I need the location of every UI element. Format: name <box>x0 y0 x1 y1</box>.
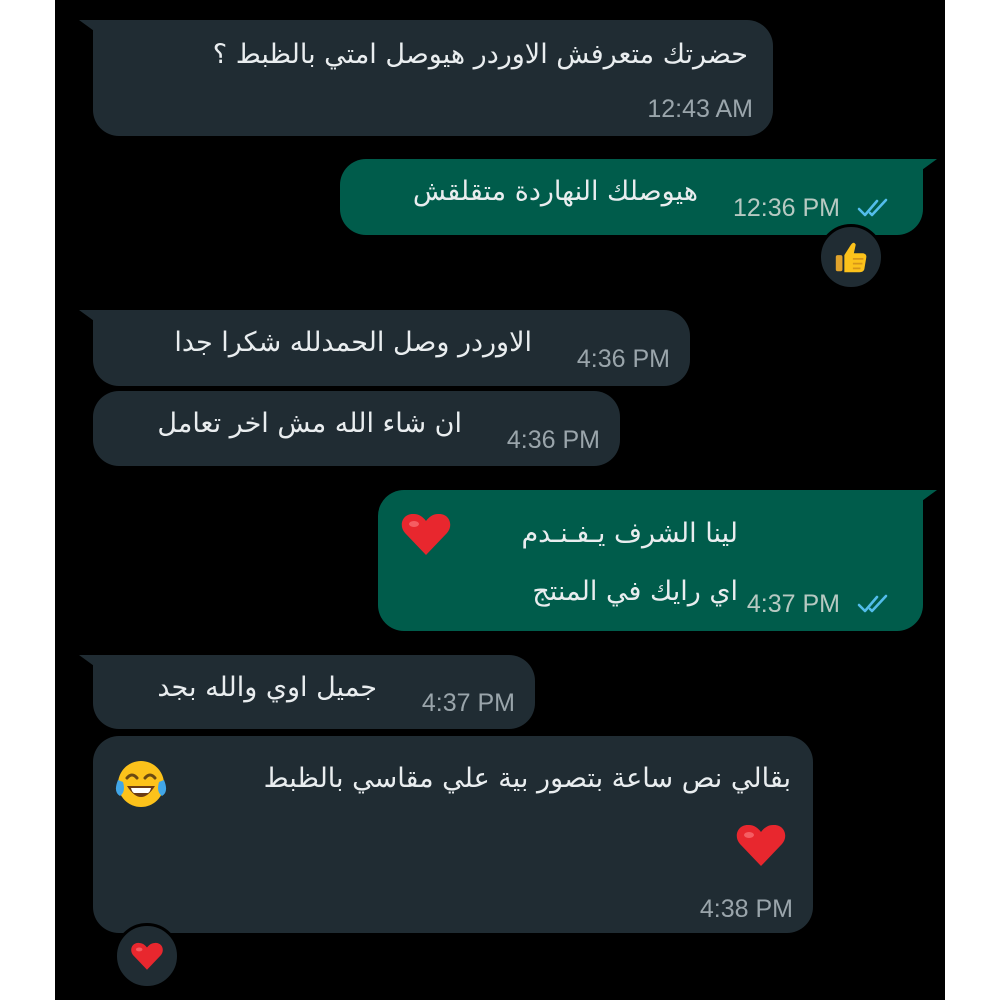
message-time: 4:36 PM <box>506 426 600 454</box>
message-text: الاوردر وصل الحمدلله شكرا جدا <box>174 327 532 358</box>
message-time: 12:43 AM <box>647 95 753 123</box>
reaction-badge[interactable] <box>114 923 180 989</box>
message-text: حضرتك متعرفش الاوردر هيوصل امتي بالظبط ؟ <box>212 39 748 70</box>
red-heart-icon <box>401 513 451 555</box>
message-text: جميل اوي والله بجد <box>157 672 377 703</box>
bubble-tail <box>79 310 101 326</box>
red-heart-icon <box>131 942 163 970</box>
red-heart-icon <box>736 824 786 866</box>
double-check-icon <box>857 594 888 613</box>
tears-of-joy-icon <box>115 761 167 807</box>
bubble-tail <box>79 20 101 36</box>
message-bubble-outgoing[interactable]: هيوصلك النهاردة متقلقش 12:36 PM <box>340 159 937 235</box>
message-line-2: اي رايك في المنتج <box>532 576 738 607</box>
message-time: 4:36 PM <box>576 345 670 373</box>
message-time: 4:37 PM <box>421 689 515 717</box>
message-time: 4:37 PM <box>746 590 840 618</box>
message-bubble-incoming[interactable]: ان شاء الله مش اخر تعامل 4:36 PM <box>93 391 620 466</box>
message-time: 12:36 PM <box>732 194 840 222</box>
chat-area: حضرتك متعرفش الاوردر هيوصل امتي بالظبط ؟… <box>55 0 945 1000</box>
bubble-tail <box>915 159 937 175</box>
message-bubble-incoming[interactable]: حضرتك متعرفش الاوردر هيوصل امتي بالظبط ؟… <box>79 20 773 136</box>
message-bubble-outgoing[interactable]: لينا الشرف يـفـنـدم اي رايك في المنتج 4:… <box>378 490 937 631</box>
message-time: 4:38 PM <box>699 895 793 923</box>
message-text: بقالي نص ساعة بتصور بية علي مقاسي بالظبط <box>263 763 791 794</box>
message-bubble-incoming[interactable]: بقالي نص ساعة بتصور بية علي مقاسي بالظبط… <box>93 736 813 933</box>
message-text: هيوصلك النهاردة متقلقش <box>412 176 698 207</box>
message-bubble-incoming[interactable]: الاوردر وصل الحمدلله شكرا جدا 4:36 PM <box>79 310 690 386</box>
thumbs-up-icon <box>835 242 867 273</box>
double-check-icon <box>857 198 888 217</box>
bubble-tail <box>79 655 101 671</box>
message-bubble-incoming[interactable]: جميل اوي والله بجد 4:37 PM <box>79 655 535 729</box>
bubble-tail <box>915 490 937 506</box>
message-text: ان شاء الله مش اخر تعامل <box>157 408 462 439</box>
message-line-1: لينا الشرف يـفـنـدم <box>521 518 738 549</box>
reaction-badge[interactable] <box>818 224 884 290</box>
